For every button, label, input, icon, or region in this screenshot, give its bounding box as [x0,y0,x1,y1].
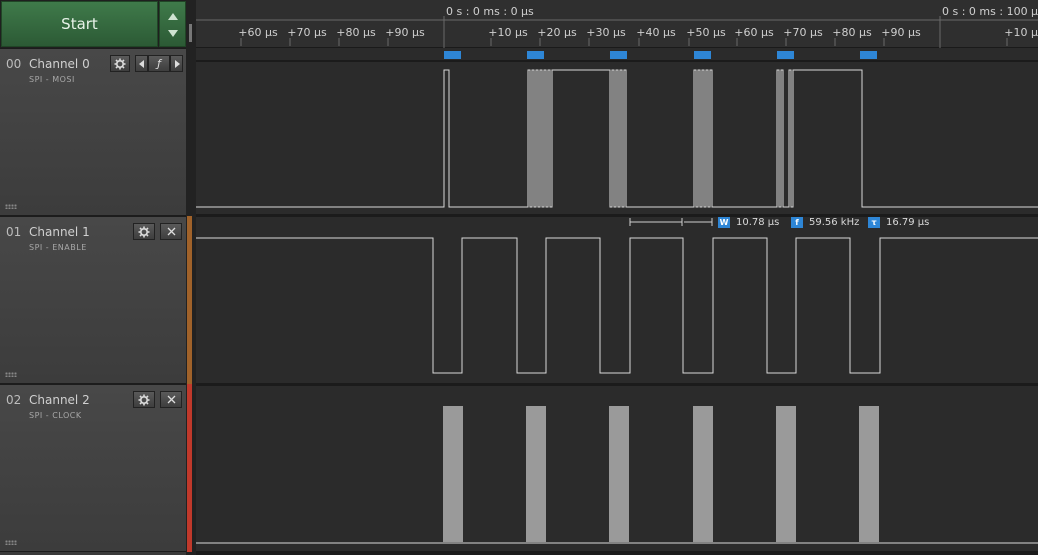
width-value: 10.78 µs [736,216,780,228]
measurement-frequency: f 59.56 kHz [791,216,859,228]
channel-1-panel: 01 Channel 1 SPI - ENABLE [0,216,186,384]
ruler-tick-label: +50 µs [686,26,726,39]
prev-edge-icon[interactable] [135,55,148,72]
divider-grip[interactable] [189,24,192,42]
channel-name[interactable]: Channel 0 [29,57,90,71]
next-edge-icon[interactable] [170,55,183,72]
ruler-tick-label: +80 µs [336,26,376,39]
ruler-tick-label: +30 µs [586,26,626,39]
measurement-arrows [629,218,713,226]
channel-number: 00 [6,57,22,71]
gear-icon[interactable] [133,223,155,240]
channel-subtitle: SPI - MOSI [29,75,75,84]
waveform-canvas [196,60,1038,555]
period-value: 16.79 µs [886,216,930,228]
channel-subtitle: SPI - CLOCK [29,411,82,420]
start-area: Start [0,0,186,48]
width-icon: W [718,216,730,228]
ruler-ticks [196,16,1038,48]
time-ruler[interactable]: 0 s : 0 ms : 0 µs 0 s : 0 ms : 100 µs +6… [196,0,1038,48]
measurement-period: τ 16.79 µs [868,216,929,228]
channel-1-waveform [196,237,1038,374]
channel-0-panel: 00 Channel 0 SPI - MOSI ƒ [0,48,186,216]
channel-2-color-bar [187,384,192,552]
channel-number: 02 [6,393,22,407]
channel-2-panel: 02 Channel 2 SPI - CLOCK [0,384,186,552]
start-button[interactable]: Start [1,1,158,47]
waveform-area[interactable]: W 10.78 µs f 59.56 kHz τ 16.79 µs [196,48,1038,555]
ruler-tick-label: +60 µs [238,26,278,39]
ruler-tick-label: +70 µs [287,26,327,39]
close-icon[interactable] [160,223,182,240]
period-icon: τ [868,216,880,228]
falling-edge-icon[interactable]: ƒ [148,55,170,72]
channel-number: 01 [6,225,22,239]
ruler-tick-label: +60 µs [734,26,774,39]
ruler-tick-label: +40 µs [636,26,676,39]
gear-icon[interactable] [133,391,155,408]
start-options-toggle[interactable] [159,1,186,47]
ruler-tick-label: +90 µs [385,26,425,39]
arrow-up-icon[interactable] [168,13,178,20]
frequency-value: 59.56 kHz [809,216,860,228]
channel-1-color-bar [187,216,192,384]
ruler-tick-label: +20 µs [537,26,577,39]
frequency-icon: f [791,216,803,228]
channel-name[interactable]: Channel 2 [29,393,90,407]
channel-0-waveform [196,69,1038,208]
logic-analyzer-window: Start 00 Channel 0 SPI - MOSI ƒ 01 Chann… [0,0,1038,555]
gear-icon[interactable] [110,55,130,72]
channel-subtitle: SPI - ENABLE [29,243,87,252]
close-icon[interactable] [160,391,182,408]
drag-handle[interactable] [5,372,17,377]
ruler-tick-label: +10 µs [488,26,528,39]
drag-handle[interactable] [5,540,17,545]
channel-sidebar: Start 00 Channel 0 SPI - MOSI ƒ 01 Chann… [0,0,186,555]
channel-name[interactable]: Channel 1 [29,225,90,239]
drag-handle[interactable] [5,204,17,209]
arrow-down-icon[interactable] [168,30,178,37]
ruler-tick-label: +10 µs [1004,26,1038,39]
ruler-tick-label: +90 µs [881,26,921,39]
ruler-tick-label: +70 µs [783,26,823,39]
measurement-width: W 10.78 µs [718,216,779,228]
ruler-tick-label: +80 µs [832,26,872,39]
channel-2-waveform [443,406,879,542]
